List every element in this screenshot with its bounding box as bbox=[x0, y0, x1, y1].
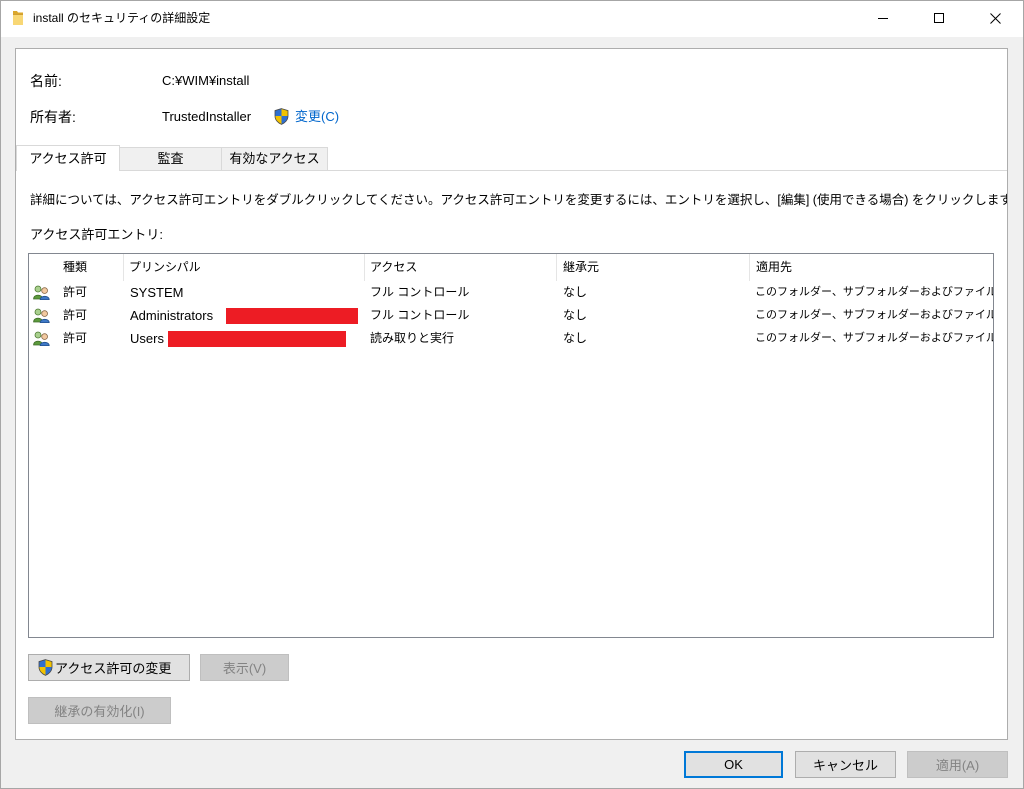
access-cell: フル コントロール bbox=[370, 308, 470, 322]
principal-cell: Administrators bbox=[124, 304, 365, 327]
column-header-applies-to[interactable]: 適用先 bbox=[750, 254, 993, 281]
table-row[interactable]: 許可 SYSTEM フル コントロール なし このフォルダー、サブフォルダーおよ… bbox=[29, 281, 993, 304]
type-text: 許可 bbox=[63, 285, 88, 299]
permission-entries-list[interactable]: 種類 プリンシパル アクセス 継承元 適用先 許可 SYSTEM フル コントロ… bbox=[28, 253, 994, 638]
applies-to-cell: このフォルダー、サブフォルダーおよびファイル bbox=[755, 309, 993, 321]
users-icon bbox=[33, 285, 50, 300]
folder-icon bbox=[11, 10, 25, 26]
principal-cell: Users bbox=[124, 327, 365, 350]
name-label: 名前: bbox=[30, 73, 62, 89]
type-text: 許可 bbox=[63, 331, 88, 345]
users-icon bbox=[33, 331, 50, 346]
table-row[interactable]: 許可 Administrators フル コントロール なし このフォルダー、サ… bbox=[29, 304, 993, 327]
type-cell: 許可 bbox=[29, 327, 124, 350]
permission-entries-label: アクセス許可エントリ: bbox=[30, 227, 163, 242]
applies-to-cell: このフォルダー、サブフォルダーおよびファイル bbox=[755, 332, 993, 344]
cancel-button[interactable]: キャンセル bbox=[795, 751, 896, 778]
tab-strip: アクセス許可 監査 有効なアクセス bbox=[16, 145, 1007, 171]
close-button[interactable] bbox=[967, 0, 1023, 36]
type-cell: 許可 bbox=[29, 281, 124, 304]
access-cell: フル コントロール bbox=[370, 285, 470, 299]
list-header: 種類 プリンシパル アクセス 継承元 適用先 bbox=[29, 254, 993, 281]
apply-button[interactable]: 適用(A) bbox=[907, 751, 1008, 778]
type-cell: 許可 bbox=[29, 304, 124, 327]
owner-label: 所有者: bbox=[30, 109, 76, 125]
name-value: C:¥WIM¥install bbox=[162, 73, 250, 88]
change-permissions-button[interactable]: アクセス許可の変更 bbox=[28, 654, 190, 681]
minimize-icon bbox=[878, 13, 888, 23]
minimize-button[interactable] bbox=[855, 0, 911, 36]
principal-text: Administrators bbox=[130, 308, 214, 323]
maximize-button[interactable] bbox=[911, 0, 967, 36]
uac-shield-icon[interactable] bbox=[274, 108, 289, 125]
column-header-inherited-from[interactable]: 継承元 bbox=[557, 254, 750, 281]
column-header-access[interactable]: アクセス bbox=[365, 254, 557, 281]
window-title: install のセキュリティの詳細設定 bbox=[33, 11, 211, 25]
enable-inheritance-button[interactable]: 継承の有効化(I) bbox=[28, 697, 171, 724]
view-button[interactable]: 表示(V) bbox=[200, 654, 289, 681]
redaction-bar bbox=[226, 308, 358, 324]
redaction-bar bbox=[168, 331, 346, 347]
table-row[interactable]: 許可 Users 読み取りと実行 なし このフォルダー、サブフォルダーおよびファ… bbox=[29, 327, 993, 350]
main-panel: 名前: C:¥WIM¥install 所有者: TrustedInstaller… bbox=[15, 48, 1008, 740]
applies-to-cell: このフォルダー、サブフォルダーおよびファイル bbox=[755, 286, 993, 298]
inherited-from-cell: なし bbox=[563, 331, 588, 345]
change-owner-link[interactable]: 変更(C) bbox=[295, 109, 339, 125]
access-cell: 読み取りと実行 bbox=[370, 331, 455, 345]
uac-shield-icon bbox=[38, 659, 53, 676]
tab-effective-access[interactable]: 有効なアクセス bbox=[221, 147, 328, 170]
principal-text: Users bbox=[130, 331, 164, 346]
change-permissions-label: アクセス許可の変更 bbox=[55, 661, 172, 676]
inherited-from-cell: なし bbox=[563, 308, 588, 322]
type-text: 許可 bbox=[63, 308, 88, 322]
column-header-type[interactable]: 種類 bbox=[29, 254, 124, 281]
maximize-icon bbox=[934, 13, 944, 23]
users-icon bbox=[33, 308, 50, 323]
close-icon bbox=[989, 12, 1001, 24]
tab-permissions[interactable]: アクセス許可 bbox=[16, 145, 120, 171]
tab-auditing[interactable]: 監査 bbox=[119, 147, 222, 170]
permissions-description: 詳細については、アクセス許可エントリをダブルクリックしてください。アクセス許可エ… bbox=[30, 193, 1008, 207]
owner-value: TrustedInstaller bbox=[162, 109, 252, 124]
security-settings-window: install のセキュリティの詳細設定 名前: C:¥WIM¥install … bbox=[0, 0, 1024, 789]
ok-button[interactable]: OK bbox=[684, 751, 783, 778]
title-bar[interactable]: install のセキュリティの詳細設定 bbox=[0, 0, 1024, 37]
principal-cell: SYSTEM bbox=[130, 285, 184, 300]
column-header-principal[interactable]: プリンシパル bbox=[124, 254, 365, 281]
inherited-from-cell: なし bbox=[563, 285, 588, 299]
